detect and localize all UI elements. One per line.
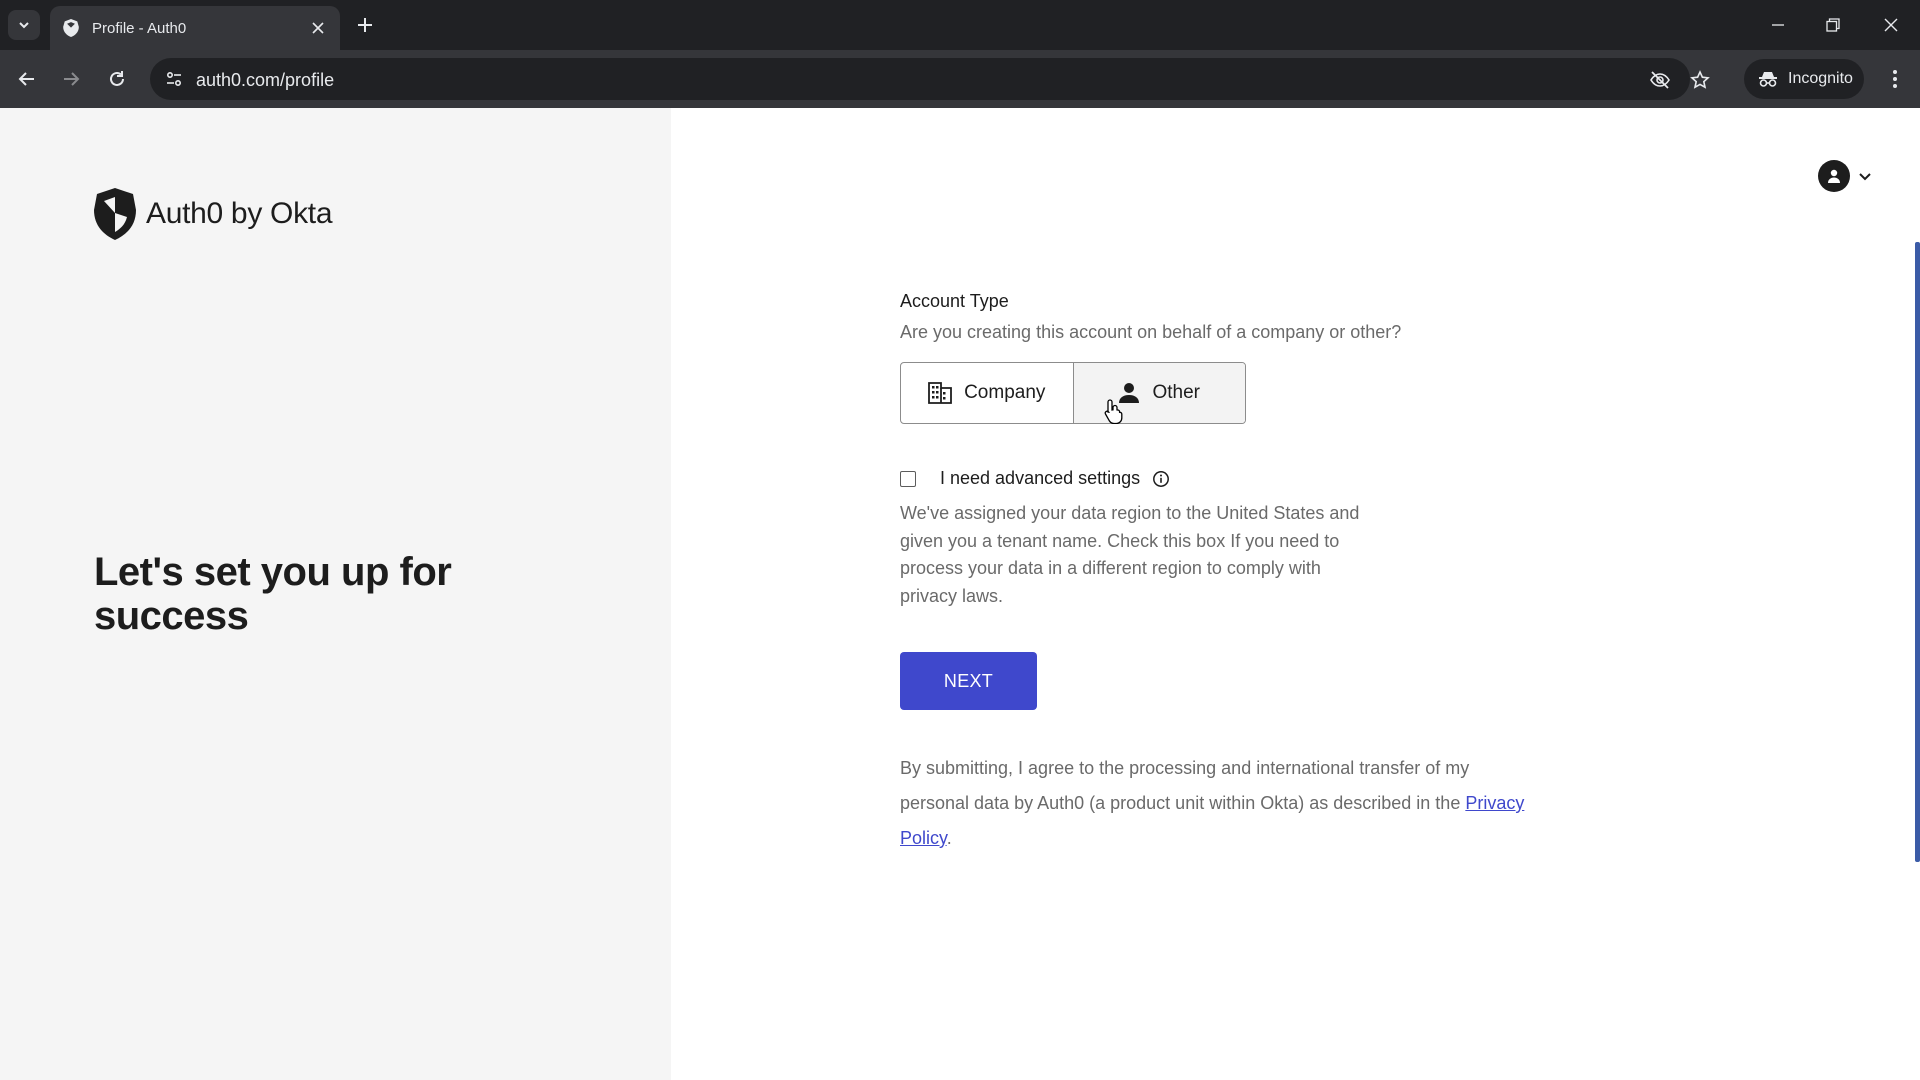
legal-text: By submitting, I agree to the processing…: [900, 758, 1470, 813]
company-option-button[interactable]: Company: [901, 363, 1073, 423]
advanced-settings-row: I need advanced settings: [900, 468, 1170, 489]
tracking-protection-button[interactable]: [1646, 66, 1674, 94]
company-option-label: Company: [964, 382, 1046, 403]
eye-off-icon: [1650, 71, 1670, 89]
browser-tab-bar: Profile - Auth0: [0, 0, 1920, 50]
arrow-right-icon: [64, 72, 80, 86]
page-scrollbar[interactable]: [1915, 242, 1920, 862]
bookmark-button[interactable]: [1686, 66, 1714, 94]
close-icon: [1884, 18, 1898, 32]
browser-tab[interactable]: Profile - Auth0: [50, 6, 340, 50]
next-button[interactable]: NEXT: [900, 652, 1037, 710]
auth0-shield-icon: [94, 188, 136, 240]
advanced-settings-label[interactable]: I need advanced settings: [940, 468, 1140, 489]
other-option-label: Other: [1152, 382, 1201, 403]
more-vert-icon: [1893, 70, 1897, 88]
restore-button[interactable]: [1815, 10, 1851, 40]
address-bar[interactable]: auth0.com/profile: [150, 58, 1710, 100]
new-tab-button[interactable]: [352, 12, 378, 38]
site-info-button[interactable]: [160, 65, 188, 93]
back-button[interactable]: [12, 64, 42, 94]
chevron-down-icon: [1859, 173, 1871, 181]
auth0-favicon-icon: [62, 19, 80, 37]
star-icon: [1690, 70, 1710, 89]
legal-notice: By submitting, I agree to the processing…: [900, 751, 1540, 856]
incognito-label: Incognito: [1788, 70, 1853, 87]
page: Auth0 by Okta Let's set you up for succe…: [0, 108, 1920, 1080]
reload-icon: [110, 71, 124, 86]
arrow-left-icon: [18, 72, 34, 86]
info-icon[interactable]: [1152, 470, 1170, 488]
tab-title: Profile - Auth0: [92, 19, 187, 37]
other-option-button[interactable]: Other: [1072, 363, 1245, 423]
url-text[interactable]: auth0.com/profile: [196, 70, 334, 91]
account-type-title: Account Type: [900, 291, 1009, 311]
brand-name: Auth0 by Okta: [146, 197, 333, 230]
minimize-button[interactable]: [1760, 10, 1796, 40]
account-type-subtitle: Are you creating this account on behalf …: [900, 322, 1402, 342]
hand-cursor-icon: [1104, 399, 1123, 424]
brand-logo: Auth0 by Okta: [94, 188, 333, 240]
account-type-selector: Company Other: [900, 362, 1246, 424]
incognito-icon: [1759, 72, 1777, 87]
chevron-down-icon: [19, 22, 29, 29]
restore-icon: [1826, 18, 1840, 32]
reload-button[interactable]: [102, 64, 132, 94]
legal-end: .: [946, 828, 952, 848]
minimize-icon: [1772, 24, 1784, 26]
plus-icon: [358, 18, 372, 32]
advanced-settings-checkbox[interactable]: [900, 470, 916, 487]
avatar: [1818, 160, 1850, 192]
hero-title: Let's set you up for success: [94, 550, 452, 638]
incognito-badge[interactable]: Incognito: [1744, 59, 1864, 99]
tune-icon: [166, 71, 182, 87]
browser-toolbar: auth0.com/profile Incognito: [0, 50, 1920, 108]
building-icon: [928, 382, 952, 404]
user-account-menu[interactable]: [1818, 156, 1876, 196]
tab-search-button[interactable]: [8, 10, 40, 40]
close-window-button[interactable]: [1873, 10, 1909, 40]
advanced-settings-help: We've assigned your data region to the U…: [900, 503, 1360, 606]
close-tab-icon[interactable]: [308, 18, 328, 38]
forward-button[interactable]: [56, 64, 86, 94]
user-icon: [1828, 169, 1840, 183]
browser-menu-button[interactable]: [1880, 64, 1910, 94]
left-panel: Auth0 by Okta Let's set you up for succe…: [0, 108, 671, 1080]
